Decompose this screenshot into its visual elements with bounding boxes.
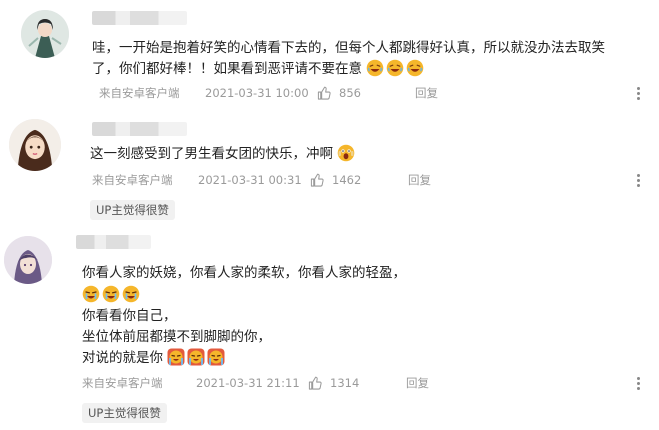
comment-text: 了，你们都好棒！！如果看到恶评请不要在意 [92,61,362,77]
crying-laugh-emoji [102,285,120,303]
avatar-purple-hair-boy-icon [4,236,52,284]
comment-text-line-1: 这一刻感受到了男生看女团的快乐，冲啊 [90,143,357,165]
user-avatar[interactable] [9,119,61,171]
thumbs-up-icon [317,86,331,100]
like-button[interactable]: 1462 [310,173,408,187]
comment-text-line-4: 坐位体前屈都摸不到脚脚的你， [82,329,271,345]
username-blurred[interactable] [92,122,187,136]
comment-1: 哇，一开始是抱着好笑的心情看下去的，但每个人都跳得好认真，所以就没办法去取笑 了… [0,0,659,110]
comment-meta: 来自安卓客户端 2021-03-31 10:00 856 回复 [99,85,438,101]
user-avatar[interactable] [21,10,69,58]
timestamp: 2021-03-31 10:00 [205,86,309,100]
shocked-emoji [337,144,355,162]
thumbs-up-icon [310,173,324,187]
laugh-cry-emoji [386,59,405,77]
username-blurred[interactable] [76,235,151,249]
avatar-anime-girl-icon [9,119,61,171]
comment-text: 这一刻感受到了男生看女团的快乐，冲啊 [90,146,333,162]
crying-emoji [207,348,226,366]
thumbs-up-icon [308,376,322,390]
like-count: 1462 [332,173,362,187]
like-button[interactable]: 1314 [308,376,406,390]
comment-text-line-3: 你看看你自己， [82,308,177,324]
comment-2: 这一刻感受到了男生看女团的快乐，冲啊 来自安卓客户端 2021-03-31 00… [0,110,659,225]
more-options-icon[interactable] [637,376,641,392]
source-label: 来自安卓客户端 [99,86,180,100]
more-options-icon[interactable] [637,86,641,102]
timestamp: 2021-03-31 00:31 [198,173,302,187]
reply-button[interactable]: 回复 [406,375,429,391]
crying-laugh-emoji [122,285,140,303]
timestamp: 2021-03-31 21:11 [196,376,300,390]
comment-text-line-1: 你看人家的妖娆，你看人家的柔软，你看人家的轻盈， [82,265,406,281]
comment-text-line-5: 对说的就是你 [82,347,227,369]
username-blurred[interactable] [92,11,187,25]
like-button[interactable]: 856 [317,86,415,100]
crying-emoji [187,348,206,366]
emoji-line [82,284,142,306]
user-avatar[interactable] [4,236,52,284]
comment-text: 对说的就是你 [82,350,163,366]
crying-emoji [167,348,186,366]
source-label: 来自安卓客户端 [82,376,163,390]
reply-button[interactable]: 回复 [408,172,431,188]
comment-text-line-1: 哇，一开始是抱着好笑的心情看下去的，但每个人都跳得好认真，所以就没办法去取笑 [92,40,605,56]
more-options-icon[interactable] [637,173,641,189]
comment-meta: 来自安卓客户端 2021-03-31 21:11 1314 回复 [82,375,429,391]
up-liked-badge: UP主觉得很赞 [82,403,167,423]
like-count: 1314 [330,376,360,390]
avatar-ancient-costume-girl-icon [21,10,69,58]
reply-button[interactable]: 回复 [415,85,438,101]
source-label: 来自安卓客户端 [92,173,173,187]
laugh-cry-emoji [406,59,425,77]
like-count: 856 [339,86,361,100]
crying-laugh-emoji [82,285,100,303]
comment-3: 你看人家的妖娆，你看人家的柔软，你看人家的轻盈， 你看看你自己， 坐位体前屈都摸… [0,225,659,430]
comment-text-line-2: 了，你们都好棒！！如果看到恶评请不要在意 [92,58,426,80]
laugh-cry-emoji [366,59,385,77]
up-liked-badge: UP主觉得很赞 [90,200,175,220]
comment-meta: 来自安卓客户端 2021-03-31 00:31 1462 回复 [92,172,431,188]
